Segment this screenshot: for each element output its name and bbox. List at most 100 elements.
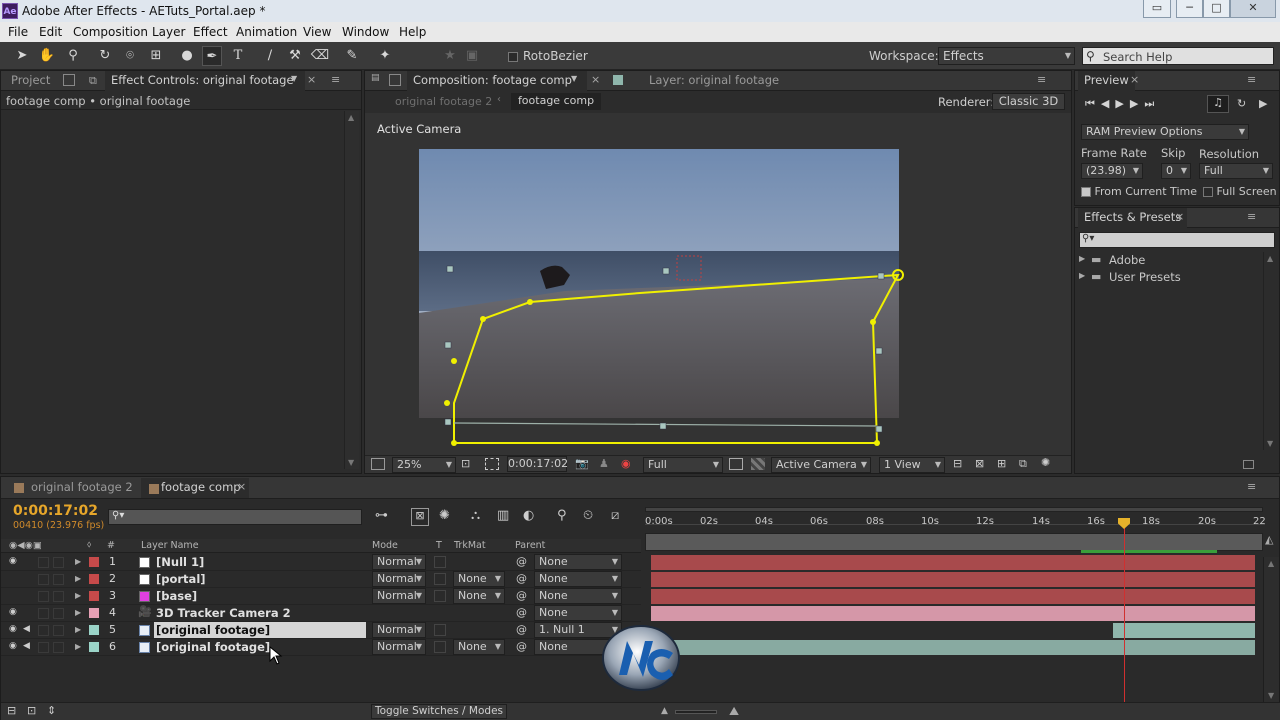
solo-toggle[interactable] [38,591,49,602]
eye-icon[interactable]: ◉ [9,556,17,566]
scroll-up-icon[interactable]: ▲ [1268,559,1274,568]
chevron-down-icon[interactable]: ▼ [291,74,297,83]
menu-help[interactable]: Help [399,25,426,39]
play-icon[interactable]: ▶ [1115,97,1129,110]
lock-toggle[interactable] [53,642,64,653]
ellipse-tool-icon[interactable]: ● [177,46,197,66]
chevron-down-icon[interactable]: ▼ [571,74,577,83]
solo-toggle[interactable] [38,642,49,653]
motion-blur-icon[interactable]: ◐ [523,508,534,523]
label-color-swatch[interactable] [89,591,99,601]
pick-whip-icon[interactable]: @ [516,555,527,568]
time-navigator[interactable] [645,507,1263,512]
mask-vertex[interactable] [870,319,876,325]
pick-whip-icon[interactable]: @ [516,572,527,585]
panel-menu-icon[interactable]: ≡ [1247,73,1256,86]
zoom-tool-icon[interactable]: ⚲ [63,46,83,66]
toggle-pixel-aspect-icon[interactable]: ⊟ [953,457,962,470]
brainstorm-icon[interactable]: ⚲ [557,508,567,523]
flowchart-icon[interactable]: ⧉ [1019,457,1027,471]
mask-vertex[interactable] [874,440,880,446]
timeline-link-icon[interactable]: ⊞ [997,457,1006,470]
blend-mode-select[interactable]: Normal ▼ [372,639,426,655]
clone-stamp-tool-icon[interactable]: ⚒ [285,46,305,66]
lock-toggle[interactable] [53,574,64,585]
expand-arrow-icon[interactable]: ▶ [75,557,81,566]
roto-brush-tool-icon[interactable]: ✎ [342,46,362,66]
workspace-select[interactable]: Effects ▼ [938,47,1075,65]
region-of-interest-icon[interactable] [485,458,499,470]
live-update-icon[interactable]: ⊶ [375,508,388,523]
new-preset-icon[interactable] [1243,460,1254,469]
lock-toggle[interactable] [53,608,64,619]
timeline-scrollbar[interactable]: ▲ ▼ [1263,557,1279,702]
restore-icon[interactable]: ▭ [1143,0,1171,18]
current-time-field[interactable]: 0:00:17:02 [507,456,568,472]
preserve-transparency-toggle[interactable] [434,556,446,568]
close-icon[interactable]: × [1130,73,1139,86]
tree-item-user-presets[interactable]: ▶ ▬ User Presets [1075,269,1261,286]
layer-handle[interactable] [444,418,452,426]
layer-handle[interactable] [875,347,883,355]
mask-vertex[interactable] [527,299,533,305]
label-color-swatch[interactable] [89,557,99,567]
parent-select[interactable]: None▼ [534,571,622,587]
mask-vertex[interactable] [444,400,450,406]
pen-tool-icon[interactable]: ✒ [202,46,222,66]
playhead-icon[interactable] [1118,518,1130,529]
menu-animation[interactable]: Animation [236,25,297,39]
menu-edit[interactable]: Edit [39,25,62,39]
pan-behind-tool-icon[interactable]: ⊞ [146,46,166,66]
pick-whip-icon[interactable]: @ [516,640,527,653]
rotation-tool-icon[interactable]: ↻ [95,46,115,66]
timeline-search-input[interactable]: ⚲▾ [108,509,362,525]
label-color-swatch[interactable] [89,608,99,618]
expand-arrow-icon[interactable]: ▶ [75,642,81,651]
mask-vertex[interactable] [451,358,457,364]
layer-duration-bar[interactable] [1113,623,1255,638]
menu-effect[interactable]: Effect [193,25,228,39]
camera-snapshot-icon[interactable]: 📷 [575,457,589,470]
next-frame-icon[interactable]: ▶ [1130,97,1144,110]
search-help-field[interactable]: ⚲ Search Help [1082,47,1274,65]
camera-orbit-tool-icon[interactable]: ⌾ [120,46,140,66]
fast-3d-icon[interactable]: ⊠ [975,457,984,470]
expand-arrow-icon[interactable]: ▶ [75,608,81,617]
previous-frame-icon[interactable]: ◀ [1101,97,1115,110]
close-icon[interactable]: × [237,480,246,493]
frame-blending-icon[interactable]: ▥ [497,508,509,523]
layer-row[interactable]: ◉ ◀ ▶ 5 [original footage] Normal ▼ @ 1. … [1,622,641,639]
layer-handle[interactable] [662,267,670,275]
preserve-transparency-toggle[interactable] [434,573,446,585]
expand-arrow-icon[interactable]: ▶ [75,591,81,600]
tab-preview[interactable]: Preview [1078,71,1135,91]
layer-duration-bar[interactable] [651,589,1255,604]
panel-menu-icon[interactable]: ≡ [1247,480,1256,493]
tab-composition[interactable]: Composition: footage comp [407,71,587,91]
comp-mini-flowchart-icon[interactable]: ⊠ [411,508,429,526]
lock-toggle[interactable] [53,591,64,602]
layer-name[interactable]: [original footage] [154,622,366,638]
preview-resolution-select[interactable]: Full ▼ [1199,163,1273,179]
from-current-time-checkbox[interactable]: From Current Time [1081,185,1197,198]
close-icon[interactable]: × [591,73,600,86]
toggle-switches-modes-button[interactable]: Toggle Switches / Modes [371,704,507,719]
menu-window[interactable]: Window [342,25,389,39]
fit-icon[interactable]: ⊡ [461,457,470,470]
selection-tool-icon[interactable]: ➤ [12,46,32,66]
eye-icon[interactable]: ◉ [9,641,17,651]
scroll-down-icon[interactable]: ▼ [1268,691,1274,700]
transparency-grid-icon[interactable] [751,458,765,470]
layer-row[interactable]: ▶ 3 [base] Normal ▼ None ▼ @ None ▼ [1,588,641,605]
layer-name[interactable]: [base] [154,588,366,604]
ram-preview-icon[interactable]: ▶ [1259,97,1267,110]
time-ruler[interactable]: 0:00s 02s 04s 06s 08s 10s 12s 14s 16s 18… [645,503,1266,527]
layer-row[interactable]: ▶ 2 [portal] Normal ▼ None ▼ @ None ▼ [1,571,641,588]
brush-tool-icon[interactable]: ∕ [260,46,280,66]
camera-view-select[interactable]: Active Camera ▼ [771,457,871,473]
panel-menu-icon[interactable]: ≡ [1037,73,1046,86]
solo-toggle[interactable] [38,625,49,636]
layer-row[interactable]: ◉ ▶ 1 [Null 1] Normal ▼ @ None ▼ [1,554,641,571]
expand-layer-switches-icon[interactable]: ⊟ [7,704,16,717]
layer-duration-bar[interactable] [651,572,1255,587]
